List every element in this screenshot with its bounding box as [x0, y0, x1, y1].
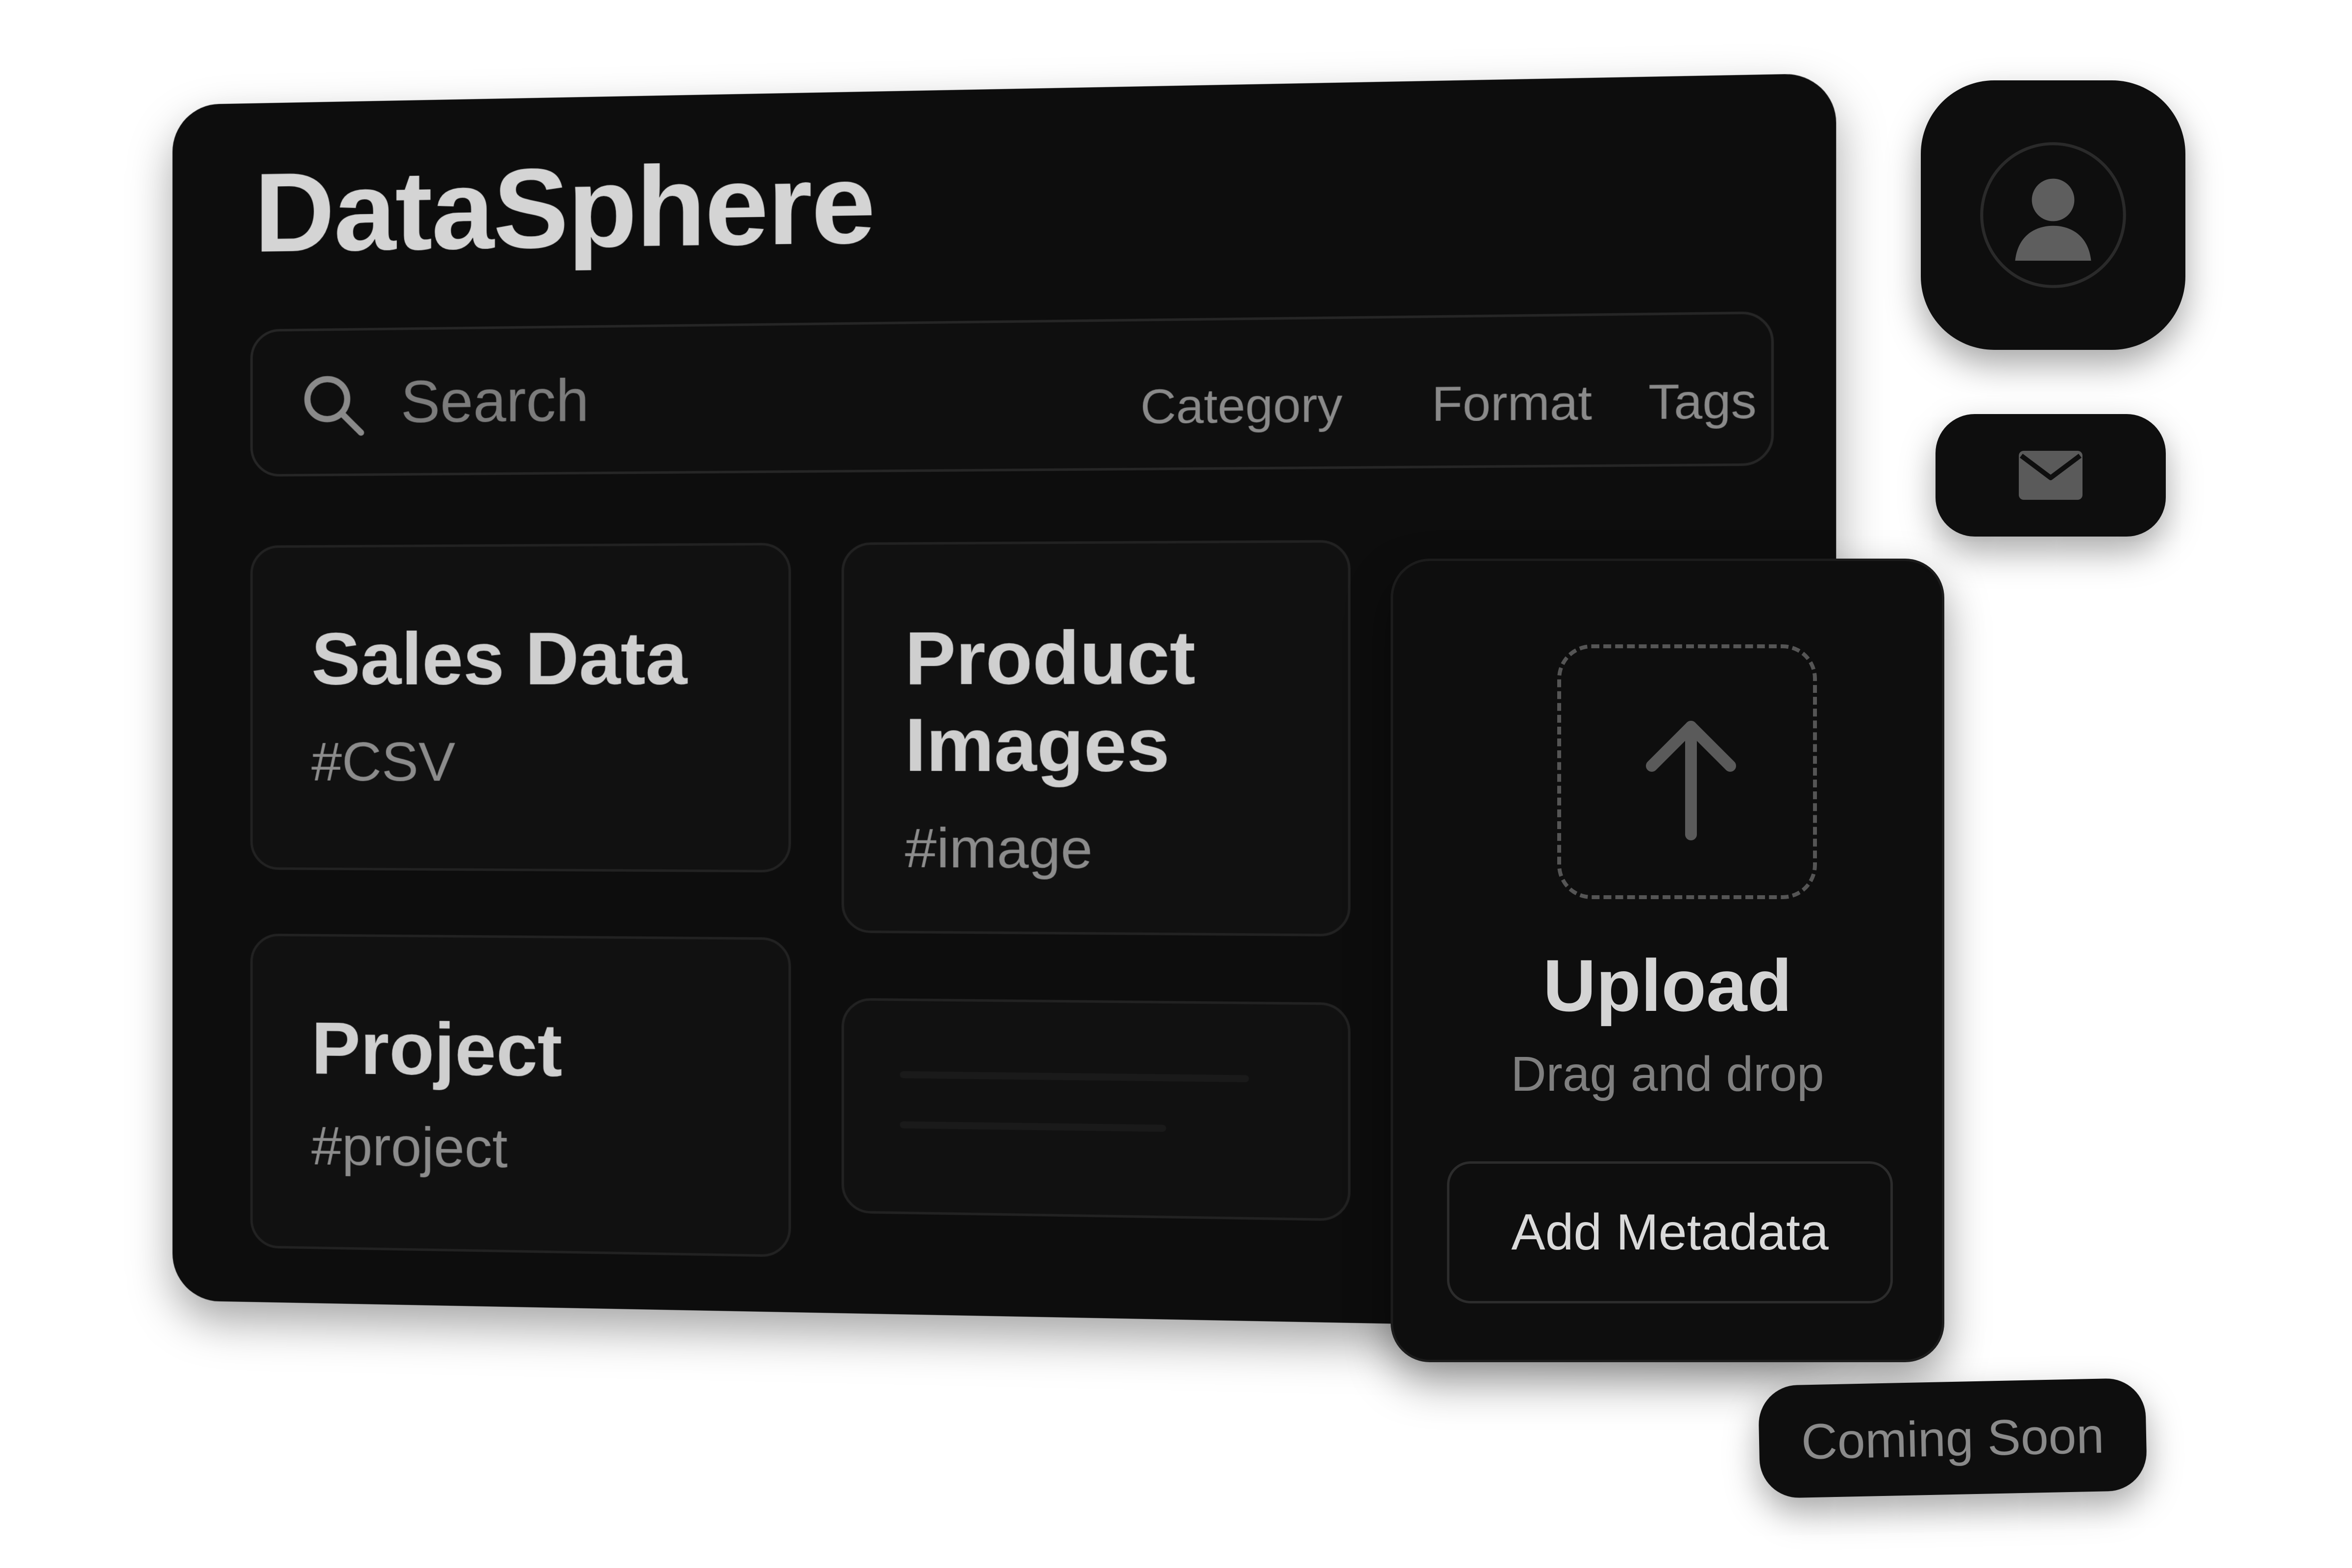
coming-soon-badge: Coming Soon: [1758, 1377, 2148, 1499]
filter-category[interactable]: Category: [1140, 377, 1342, 435]
user-avatar-icon: [1980, 142, 2126, 288]
search-icon[interactable]: [297, 368, 370, 442]
upload-dropzone[interactable]: [1557, 644, 1817, 899]
dataset-card-product-images[interactable]: Product Images #image: [841, 539, 1351, 937]
mail-button[interactable]: [1936, 414, 2166, 537]
dataset-card-title: Sales Data: [311, 616, 687, 700]
add-metadata-button[interactable]: Add Metadata: [1447, 1161, 1893, 1303]
avatar-button[interactable]: [1921, 80, 2185, 350]
dataset-card-title: Product Images: [905, 615, 1196, 787]
dataset-card-tag: #image: [905, 816, 1093, 881]
dataset-card-tag: #project: [311, 1114, 508, 1179]
filter-format[interactable]: Format: [1432, 375, 1592, 433]
upload-panel: Upload Drag and drop Add Metadata: [1391, 559, 1944, 1362]
placeholder-line: [900, 1121, 1166, 1132]
dataset-card-tag: #CSV: [311, 731, 456, 793]
placeholder-line: [900, 1071, 1249, 1082]
dataset-card-project[interactable]: Project #project: [250, 933, 791, 1257]
app-title: DataSphere: [254, 140, 875, 276]
dataset-card-sales-data[interactable]: Sales Data #CSV: [250, 542, 791, 873]
coming-soon-label: Coming Soon: [1800, 1407, 2105, 1470]
placeholder-card: [841, 998, 1351, 1222]
dataset-card-title: Project: [311, 1006, 563, 1092]
search-bar: Category Format Tags: [250, 311, 1774, 477]
upload-title: Upload: [1543, 944, 1792, 1027]
upload-subtitle: Drag and drop: [1511, 1047, 1824, 1102]
mail-icon: [2019, 451, 2082, 500]
upload-arrow-icon: [1646, 721, 1736, 840]
stage: DataSphere Category Format Tags Sales Da…: [0, 0, 2352, 1568]
search-input[interactable]: [399, 352, 1106, 445]
filter-tags[interactable]: Tags: [1648, 373, 1757, 431]
